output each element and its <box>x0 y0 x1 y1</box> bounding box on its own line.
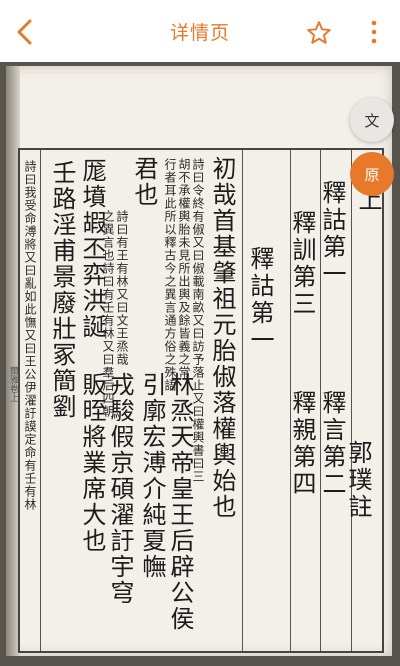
chevron-left-icon <box>17 19 32 45</box>
chapter-sub: 釋親第四 <box>288 390 316 498</box>
back-button[interactable] <box>8 15 42 49</box>
favorite-button[interactable] <box>304 18 334 48</box>
book-page: 卷上 釋詁第一 釋言第二 釋訓第三 釋親第四 郭璞註 釋詁第一 初哉首基肇祖元胎… <box>6 66 392 656</box>
star-outline-icon <box>307 21 331 44</box>
margin-label: 爾雅卷上 <box>8 366 18 402</box>
main-text-line: 販晊將業席大也 <box>78 372 106 554</box>
more-options-button[interactable] <box>362 16 386 48</box>
chapter-sub: 釋言第二 <box>318 390 346 498</box>
main-text-line: 引廓宏溥介純夏幠 <box>138 372 166 580</box>
book-page-scan[interactable]: 卷上 釋詁第一 釋言第二 釋訓第三 釋親第四 郭璞註 釋詁第一 初哉首基肇祖元胎… <box>0 62 400 666</box>
annotation-text: 行者耳此所以釋古今之異言通方俗之殊語 <box>163 158 177 392</box>
main-text-line: 林烝天帝皇王后辟公侯 <box>166 372 194 632</box>
author-line: 郭璞註 <box>344 440 372 521</box>
text-mode-button[interactable]: 文 <box>350 98 394 142</box>
main-text-line: 戎駿假京碩濯訏宇穹 <box>106 372 134 606</box>
main-text-line: 初哉首基肇祖元胎俶落權輿始也 <box>208 156 236 520</box>
main-text-line: 厖墳嘏丕弈洪誕 <box>78 158 106 340</box>
chapter-heading: 釋訓第三 <box>288 210 316 318</box>
annotation-text: 詩曰有王有林又曰文王烝哉 <box>115 210 129 366</box>
main-text-line: 壬路淫甫景廢壯冢簡劉 <box>48 160 76 420</box>
page-title: 详情页 <box>169 21 230 44</box>
annotation-text: 胡不承權輿胎未見所出輿及餘皆義之常 <box>177 158 191 379</box>
top-navigation-bar: 详情页 <box>0 0 400 62</box>
annotation-text: 詩曰我受命溥將又曰亂如此憮又曰王公伊濯訏謨定命有壬有林 <box>23 160 37 511</box>
chapter-heading: 釋詁第一 <box>318 180 346 288</box>
main-text-line: 君也 <box>130 156 158 208</box>
original-mode-button[interactable]: 原 <box>350 152 394 196</box>
section-title: 釋詁第一 <box>246 246 274 354</box>
vertical-ellipsis-icon <box>371 20 377 44</box>
page-text-frame: 卷上 釋詁第一 釋言第二 釋訓第三 釋親第四 郭璞註 釋詁第一 初哉首基肇祖元胎… <box>18 148 384 653</box>
